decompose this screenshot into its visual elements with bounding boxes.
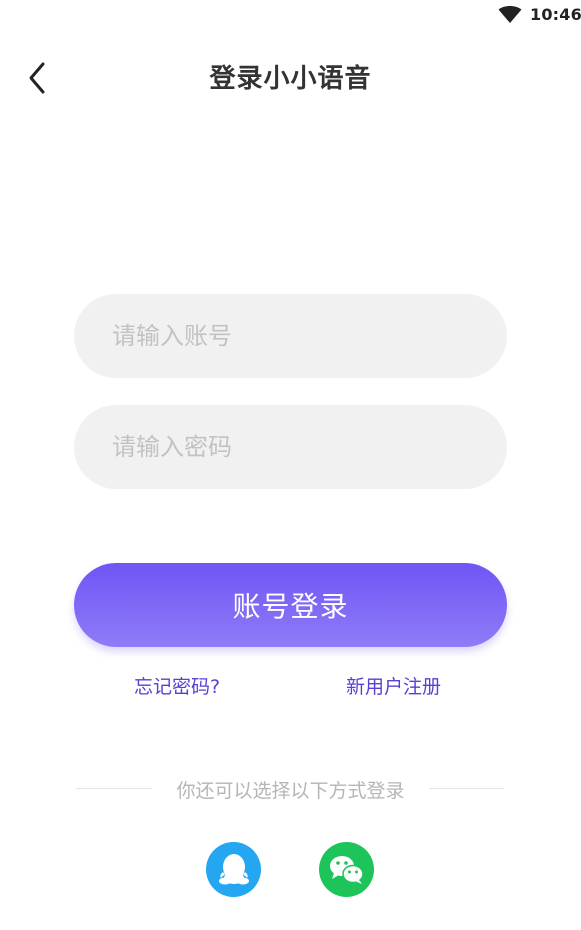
status-time: 10:46 xyxy=(530,5,581,24)
wechat-login-button[interactable] xyxy=(319,842,374,897)
alt-login-text: 你还可以选择以下方式登录 xyxy=(176,780,405,802)
forgot-password-link[interactable]: 忘记密码? xyxy=(134,672,220,699)
divider-right xyxy=(429,788,504,789)
login-button[interactable]: 账号登录 xyxy=(74,563,507,647)
password-input[interactable] xyxy=(74,405,507,489)
qq-login-button[interactable] xyxy=(206,842,261,897)
status-bar: 10:46 xyxy=(0,0,581,30)
qq-icon xyxy=(218,853,249,884)
page-title: 登录小小语音 xyxy=(209,64,372,94)
register-link[interactable]: 新用户注册 xyxy=(346,672,441,699)
account-field[interactable] xyxy=(74,294,507,378)
password-field[interactable] xyxy=(74,405,507,489)
wechat-icon xyxy=(329,855,364,884)
login-screen: 10:46 登录小小语音 账号登录 忘记密码? 新用户注册 你还可以选择以下方式… xyxy=(0,0,581,930)
account-input[interactable] xyxy=(74,294,507,378)
wifi-icon xyxy=(498,6,522,23)
